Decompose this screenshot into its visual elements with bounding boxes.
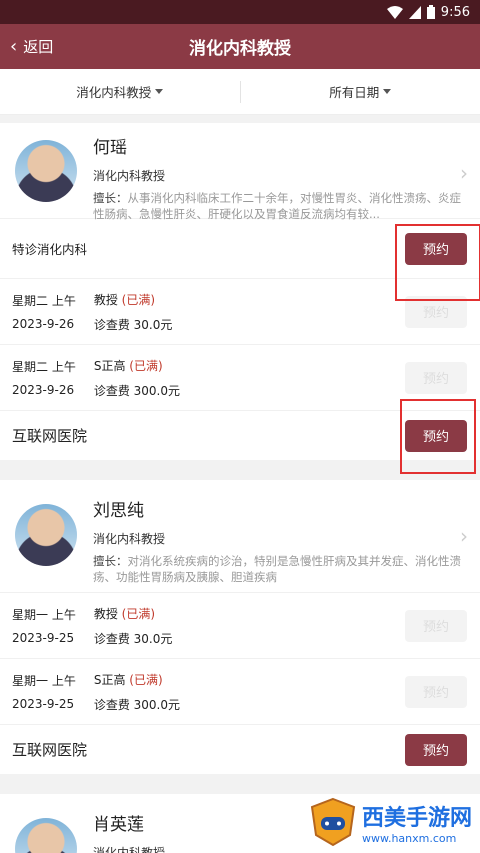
slot-fee: 诊查费 30.0元 <box>93 317 173 332</box>
doctor-title: 消化内科教授 <box>93 532 166 546</box>
watermark: 西美手游网 www.hanxm.com <box>310 797 472 847</box>
slot-fee: 诊查费 300.0元 <box>93 697 180 712</box>
slot-date: 2023-9-26 <box>12 383 75 397</box>
specialty-label: 擅长： <box>93 554 128 568</box>
doctor-header[interactable]: 刘思纯 消化内科教授 擅长：对消化系统疾病的诊治，特别是急慢性肝病及其并发症、消… <box>0 480 480 592</box>
date-filter-label: 所有日期 <box>329 85 380 100</box>
slot-day: 星期一 上午 <box>12 674 76 688</box>
highlight-box <box>395 224 480 301</box>
page-title: 消化内科教授 <box>189 39 291 59</box>
full-badge: (已满) <box>121 606 156 621</box>
specialty-text: 从事消化内科临床工作二十余年，对慢性胃炎、消化性溃疡、炎症性肠病、急慢性肝炎、肝… <box>93 191 461 221</box>
specialty-text: 对消化系统疾病的诊治，特别是急慢性肝病及其并发症、消化性溃疡、功能性胃肠病及胰腺… <box>93 554 461 584</box>
wifi-icon <box>386 5 403 19</box>
special-clinic-label: 特诊消化内科 <box>12 242 88 257</box>
department-filter-label: 消化内科教授 <box>76 85 152 100</box>
caret-down-icon <box>155 89 164 94</box>
back-button[interactable]: ‹ 返回 <box>10 24 53 69</box>
book-button-disabled: 预约 <box>405 361 467 394</box>
doctor-specialty: 擅长：对消化系统疾病的诊治，特别是急慢性肝病及其并发症、消化性溃疡、功能性胃肠病… <box>93 553 463 585</box>
doctor-avatar <box>15 140 77 202</box>
doctor-name: 何瑶 <box>93 138 127 158</box>
title-bar: ‹ 返回 消化内科教授 <box>0 24 480 69</box>
slot-date: 2023-9-26 <box>12 317 75 331</box>
highlight-box <box>400 399 476 474</box>
book-button-disabled: 预约 <box>405 609 467 642</box>
chevron-right-icon: › <box>460 524 468 548</box>
caret-down-icon <box>383 89 392 94</box>
doctor-name: 刘思纯 <box>93 501 144 521</box>
doctor-specialty: 擅长：从事消化内科临床工作二十余年，对慢性胃炎、消化性溃疡、炎症性肠病、急慢性肝… <box>93 190 463 222</box>
hospital-label: 互联网医院 <box>12 427 88 445</box>
book-button-disabled: 预约 <box>405 675 467 708</box>
doctor-avatar <box>15 504 77 566</box>
book-button[interactable]: 预约 <box>405 733 467 766</box>
slot-level: 教授 (已满) <box>94 605 173 622</box>
back-label: 返回 <box>23 38 54 56</box>
doctor-title: 消化内科教授 <box>93 846 166 853</box>
doctor-name: 肖英莲 <box>93 815 144 835</box>
department-filter[interactable]: 消化内科教授 <box>0 82 240 101</box>
schedule-row: 星期一 上午 2023-9-25 教授 (已满) 诊查费 30.0元 预约 <box>0 592 480 658</box>
doctor-title: 消化内科教授 <box>93 169 166 183</box>
chevron-left-icon: ‹ <box>10 35 18 57</box>
slot-level: S正高 (已满) <box>94 357 180 374</box>
level-text: 教授 <box>93 292 118 307</box>
slot-date: 2023-9-25 <box>12 697 75 711</box>
doctor-avatar <box>15 818 77 853</box>
chevron-right-icon: › <box>460 161 468 185</box>
doctor-header[interactable]: 何瑶 消化内科教授 擅长：从事消化内科临床工作二十余年，对慢性胃炎、消化性溃疡、… <box>0 123 480 221</box>
slot-level: 教授 (已满) <box>94 291 173 308</box>
schedule-row: 星期一 上午 2023-9-25 S正高 (已满) 诊查费 300.0元 预约 <box>0 658 480 724</box>
slot-day: 星期一 上午 <box>12 608 76 622</box>
filter-bar: 消化内科教授 所有日期 <box>0 69 480 115</box>
date-filter[interactable]: 所有日期 <box>241 82 480 101</box>
hospital-label: 互联网医院 <box>12 741 88 759</box>
hospital-row: 互联网医院 预约 <box>0 724 480 774</box>
full-badge: (已满) <box>129 358 163 373</box>
doctor-card: 刘思纯 消化内科教授 擅长：对消化系统疾病的诊治，特别是急慢性肝病及其并发症、消… <box>0 480 480 774</box>
specialty-label: 擅长： <box>93 191 128 205</box>
slot-fee: 诊查费 300.0元 <box>93 383 180 398</box>
battery-icon <box>426 5 435 19</box>
level-text: S正高 <box>93 672 126 687</box>
full-badge: (已满) <box>121 292 156 307</box>
slot-day: 星期二 上午 <box>12 360 76 374</box>
status-bar: 9:56 <box>0 0 480 24</box>
watermark-name: 西美手游网 <box>361 805 472 831</box>
status-time: 9:56 <box>440 4 470 20</box>
slot-level: S正高 (已满) <box>94 671 180 688</box>
gamepad-logo-icon <box>310 797 356 847</box>
slot-fee: 诊查费 30.0元 <box>93 631 173 646</box>
level-text: 教授 <box>93 606 118 621</box>
signal-icon <box>408 5 421 19</box>
slot-day: 星期二 上午 <box>12 294 76 308</box>
full-badge: (已满) <box>129 672 163 687</box>
watermark-url: www.hanxm.com <box>361 831 457 845</box>
level-text: S正高 <box>93 358 126 373</box>
slot-date: 2023-9-25 <box>12 631 75 645</box>
